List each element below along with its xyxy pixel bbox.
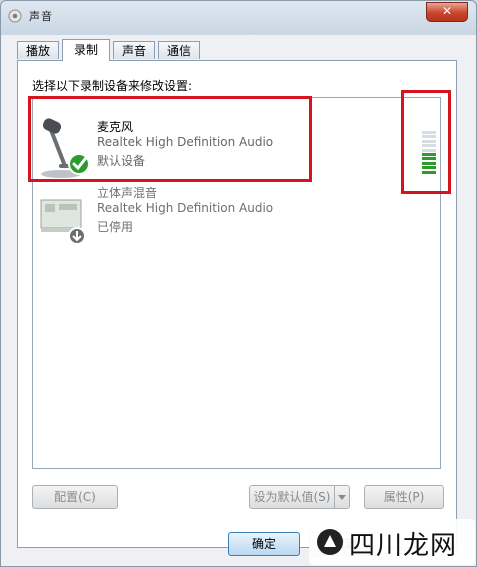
window-title: 声音 [29,10,53,23]
annotation-box-device [28,96,312,182]
watermark-logo-icon [317,529,343,555]
device-status: 已停用 [97,220,134,234]
properties-button[interactable]: 属性(P) [364,485,444,509]
set-default-button[interactable]: 设为默认值(S) [249,485,335,509]
tab-recording[interactable]: 录制 [62,39,110,61]
sound-card-icon [40,199,86,245]
speaker-icon [8,9,22,23]
dialog-content: 播放 录制 声音 通信 选择以下录制设备来修改设置: 麦克风 Realtek H… [9,35,468,558]
tab-sounds[interactable]: 声音 [113,41,155,59]
chevron-down-icon [338,495,346,500]
device-driver: Realtek High Definition Audio [97,201,274,215]
sound-dialog: 声音 ✕ 播放 录制 声音 通信 选择以下录制设备来修改设置: 麦克风 Real… [0,0,477,567]
annotation-box-meter [401,90,451,194]
watermark: 四川龙网 [309,519,475,565]
ok-button[interactable]: 确定 [228,532,300,556]
device-item-stereo-mix[interactable]: 立体声混音 Realtek High Definition Audio 已停用 [33,184,440,256]
close-button[interactable]: ✕ [426,2,468,22]
panel-prompt: 选择以下录制设备来修改设置: [32,79,193,93]
set-default-dropdown[interactable] [335,485,350,509]
watermark-text: 四川龙网 [349,531,458,561]
configure-button[interactable]: 配置(C) [32,485,118,509]
device-name: 立体声混音 [97,186,158,200]
title-bar[interactable]: 声音 ✕ [1,1,476,31]
tab-playback[interactable]: 播放 [17,41,59,59]
close-icon: ✕ [441,4,453,18]
recording-panel: 选择以下录制设备来修改设置: 麦克风 Realtek High Definiti… [17,60,457,548]
tab-communications[interactable]: 通信 [158,41,200,59]
